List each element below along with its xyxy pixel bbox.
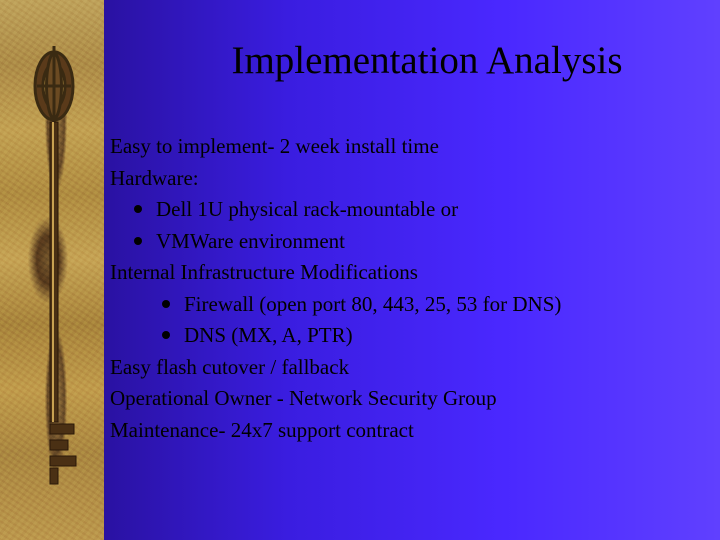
slide-body: Easy to implement- 2 week install time H… <box>110 131 720 446</box>
bullet-dot-icon <box>162 300 170 308</box>
bullet-text: Dell 1U physical rack-mountable or <box>156 194 458 226</box>
bullet-text: VMWare environment <box>156 226 345 258</box>
body-line: Hardware: <box>110 163 720 195</box>
slide-title: Implementation Analysis <box>144 38 710 83</box>
sidebar-texture <box>0 0 104 540</box>
body-line: Maintenance- 24x7 support contract <box>110 415 720 447</box>
bullet-dot-icon <box>134 237 142 245</box>
bullet-dot-icon <box>134 205 142 213</box>
slide-content: Implementation Analysis Easy to implemen… <box>104 0 720 540</box>
bullet-item: DNS (MX, A, PTR) <box>110 320 720 352</box>
body-line: Operational Owner - Network Security Gro… <box>110 383 720 415</box>
bullet-dot-icon <box>162 331 170 339</box>
body-line: Easy flash cutover / fallback <box>110 352 720 384</box>
bullet-item: VMWare environment <box>110 226 720 258</box>
bullet-text: DNS (MX, A, PTR) <box>184 320 353 352</box>
bullet-text: Firewall (open port 80, 443, 25, 53 for … <box>184 289 561 321</box>
bullet-item: Dell 1U physical rack-mountable or <box>110 194 720 226</box>
bullet-item: Firewall (open port 80, 443, 25, 53 for … <box>110 289 720 321</box>
body-line: Internal Infrastructure Modifications <box>110 257 720 289</box>
body-line: Easy to implement- 2 week install time <box>110 131 720 163</box>
